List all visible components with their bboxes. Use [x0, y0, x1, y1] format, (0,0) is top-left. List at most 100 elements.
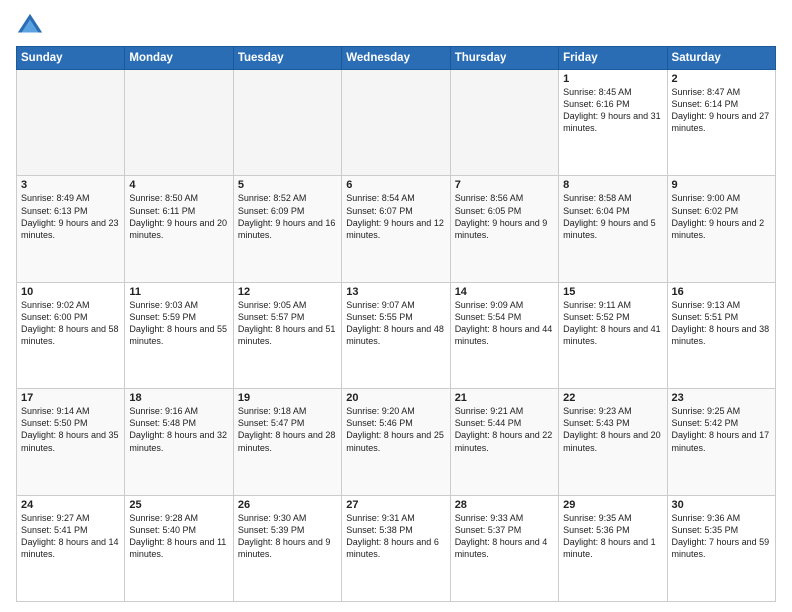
week-row-4: 17Sunrise: 9:14 AM Sunset: 5:50 PM Dayli… — [17, 389, 776, 495]
day-cell: 28Sunrise: 9:33 AM Sunset: 5:37 PM Dayli… — [450, 495, 558, 601]
weekday-header-monday: Monday — [125, 47, 233, 70]
day-info: Sunrise: 8:52 AM Sunset: 6:09 PM Dayligh… — [238, 192, 337, 241]
day-info: Sunrise: 9:27 AM Sunset: 5:41 PM Dayligh… — [21, 512, 120, 561]
day-info: Sunrise: 9:13 AM Sunset: 5:51 PM Dayligh… — [672, 299, 771, 348]
day-number: 19 — [238, 392, 337, 404]
day-info: Sunrise: 9:21 AM Sunset: 5:44 PM Dayligh… — [455, 405, 554, 454]
day-number: 9 — [672, 179, 771, 191]
day-info: Sunrise: 9:20 AM Sunset: 5:46 PM Dayligh… — [346, 405, 445, 454]
day-info: Sunrise: 8:56 AM Sunset: 6:05 PM Dayligh… — [455, 192, 554, 241]
day-cell: 15Sunrise: 9:11 AM Sunset: 5:52 PM Dayli… — [559, 282, 667, 388]
day-info: Sunrise: 9:05 AM Sunset: 5:57 PM Dayligh… — [238, 299, 337, 348]
day-info: Sunrise: 9:33 AM Sunset: 5:37 PM Dayligh… — [455, 512, 554, 561]
day-number: 14 — [455, 286, 554, 298]
day-cell: 24Sunrise: 9:27 AM Sunset: 5:41 PM Dayli… — [17, 495, 125, 601]
day-cell: 4Sunrise: 8:50 AM Sunset: 6:11 PM Daylig… — [125, 176, 233, 282]
day-number: 13 — [346, 286, 445, 298]
day-info: Sunrise: 8:54 AM Sunset: 6:07 PM Dayligh… — [346, 192, 445, 241]
calendar-table: SundayMondayTuesdayWednesdayThursdayFrid… — [16, 46, 776, 602]
day-number: 4 — [129, 179, 228, 191]
day-info: Sunrise: 9:02 AM Sunset: 6:00 PM Dayligh… — [21, 299, 120, 348]
day-cell: 27Sunrise: 9:31 AM Sunset: 5:38 PM Dayli… — [342, 495, 450, 601]
day-info: Sunrise: 8:49 AM Sunset: 6:13 PM Dayligh… — [21, 192, 120, 241]
day-info: Sunrise: 9:11 AM Sunset: 5:52 PM Dayligh… — [563, 299, 662, 348]
day-info: Sunrise: 9:07 AM Sunset: 5:55 PM Dayligh… — [346, 299, 445, 348]
day-info: Sunrise: 9:03 AM Sunset: 5:59 PM Dayligh… — [129, 299, 228, 348]
day-cell — [125, 70, 233, 176]
day-cell: 3Sunrise: 8:49 AM Sunset: 6:13 PM Daylig… — [17, 176, 125, 282]
day-cell: 8Sunrise: 8:58 AM Sunset: 6:04 PM Daylig… — [559, 176, 667, 282]
day-number: 18 — [129, 392, 228, 404]
logo-icon — [16, 12, 44, 40]
weekday-header-saturday: Saturday — [667, 47, 775, 70]
day-cell: 9Sunrise: 9:00 AM Sunset: 6:02 PM Daylig… — [667, 176, 775, 282]
day-info: Sunrise: 9:35 AM Sunset: 5:36 PM Dayligh… — [563, 512, 662, 561]
day-cell — [450, 70, 558, 176]
day-info: Sunrise: 9:18 AM Sunset: 5:47 PM Dayligh… — [238, 405, 337, 454]
day-number: 7 — [455, 179, 554, 191]
day-info: Sunrise: 9:28 AM Sunset: 5:40 PM Dayligh… — [129, 512, 228, 561]
day-number: 29 — [563, 499, 662, 511]
day-info: Sunrise: 9:23 AM Sunset: 5:43 PM Dayligh… — [563, 405, 662, 454]
weekday-header-wednesday: Wednesday — [342, 47, 450, 70]
day-info: Sunrise: 9:31 AM Sunset: 5:38 PM Dayligh… — [346, 512, 445, 561]
day-cell: 13Sunrise: 9:07 AM Sunset: 5:55 PM Dayli… — [342, 282, 450, 388]
day-cell: 7Sunrise: 8:56 AM Sunset: 6:05 PM Daylig… — [450, 176, 558, 282]
weekday-header-friday: Friday — [559, 47, 667, 70]
day-number: 15 — [563, 286, 662, 298]
day-number: 27 — [346, 499, 445, 511]
day-cell: 25Sunrise: 9:28 AM Sunset: 5:40 PM Dayli… — [125, 495, 233, 601]
day-number: 28 — [455, 499, 554, 511]
day-cell: 20Sunrise: 9:20 AM Sunset: 5:46 PM Dayli… — [342, 389, 450, 495]
day-number: 11 — [129, 286, 228, 298]
day-cell: 17Sunrise: 9:14 AM Sunset: 5:50 PM Dayli… — [17, 389, 125, 495]
day-info: Sunrise: 9:00 AM Sunset: 6:02 PM Dayligh… — [672, 192, 771, 241]
day-info: Sunrise: 8:47 AM Sunset: 6:14 PM Dayligh… — [672, 86, 771, 135]
weekday-header-thursday: Thursday — [450, 47, 558, 70]
day-cell: 12Sunrise: 9:05 AM Sunset: 5:57 PM Dayli… — [233, 282, 341, 388]
day-cell: 1Sunrise: 8:45 AM Sunset: 6:16 PM Daylig… — [559, 70, 667, 176]
day-cell — [233, 70, 341, 176]
day-number: 2 — [672, 73, 771, 85]
week-row-5: 24Sunrise: 9:27 AM Sunset: 5:41 PM Dayli… — [17, 495, 776, 601]
day-cell: 10Sunrise: 9:02 AM Sunset: 6:00 PM Dayli… — [17, 282, 125, 388]
week-row-1: 1Sunrise: 8:45 AM Sunset: 6:16 PM Daylig… — [17, 70, 776, 176]
logo — [16, 12, 48, 40]
day-info: Sunrise: 8:58 AM Sunset: 6:04 PM Dayligh… — [563, 192, 662, 241]
day-cell: 2Sunrise: 8:47 AM Sunset: 6:14 PM Daylig… — [667, 70, 775, 176]
day-number: 12 — [238, 286, 337, 298]
day-info: Sunrise: 8:45 AM Sunset: 6:16 PM Dayligh… — [563, 86, 662, 135]
day-cell: 19Sunrise: 9:18 AM Sunset: 5:47 PM Dayli… — [233, 389, 341, 495]
day-number: 24 — [21, 499, 120, 511]
weekday-header-row: SundayMondayTuesdayWednesdayThursdayFrid… — [17, 47, 776, 70]
day-cell: 21Sunrise: 9:21 AM Sunset: 5:44 PM Dayli… — [450, 389, 558, 495]
day-cell: 23Sunrise: 9:25 AM Sunset: 5:42 PM Dayli… — [667, 389, 775, 495]
weekday-header-sunday: Sunday — [17, 47, 125, 70]
day-cell: 30Sunrise: 9:36 AM Sunset: 5:35 PM Dayli… — [667, 495, 775, 601]
day-number: 3 — [21, 179, 120, 191]
day-cell: 18Sunrise: 9:16 AM Sunset: 5:48 PM Dayli… — [125, 389, 233, 495]
week-row-3: 10Sunrise: 9:02 AM Sunset: 6:00 PM Dayli… — [17, 282, 776, 388]
day-cell: 26Sunrise: 9:30 AM Sunset: 5:39 PM Dayli… — [233, 495, 341, 601]
header — [16, 12, 776, 40]
weekday-header-tuesday: Tuesday — [233, 47, 341, 70]
day-number: 6 — [346, 179, 445, 191]
day-number: 21 — [455, 392, 554, 404]
day-cell: 22Sunrise: 9:23 AM Sunset: 5:43 PM Dayli… — [559, 389, 667, 495]
day-number: 25 — [129, 499, 228, 511]
day-number: 16 — [672, 286, 771, 298]
day-cell: 5Sunrise: 8:52 AM Sunset: 6:09 PM Daylig… — [233, 176, 341, 282]
day-number: 26 — [238, 499, 337, 511]
day-cell: 16Sunrise: 9:13 AM Sunset: 5:51 PM Dayli… — [667, 282, 775, 388]
day-cell: 29Sunrise: 9:35 AM Sunset: 5:36 PM Dayli… — [559, 495, 667, 601]
day-number: 8 — [563, 179, 662, 191]
day-info: Sunrise: 9:16 AM Sunset: 5:48 PM Dayligh… — [129, 405, 228, 454]
day-number: 23 — [672, 392, 771, 404]
day-number: 20 — [346, 392, 445, 404]
day-cell: 11Sunrise: 9:03 AM Sunset: 5:59 PM Dayli… — [125, 282, 233, 388]
day-info: Sunrise: 8:50 AM Sunset: 6:11 PM Dayligh… — [129, 192, 228, 241]
day-info: Sunrise: 9:25 AM Sunset: 5:42 PM Dayligh… — [672, 405, 771, 454]
day-cell: 6Sunrise: 8:54 AM Sunset: 6:07 PM Daylig… — [342, 176, 450, 282]
day-info: Sunrise: 9:36 AM Sunset: 5:35 PM Dayligh… — [672, 512, 771, 561]
day-info: Sunrise: 9:30 AM Sunset: 5:39 PM Dayligh… — [238, 512, 337, 561]
